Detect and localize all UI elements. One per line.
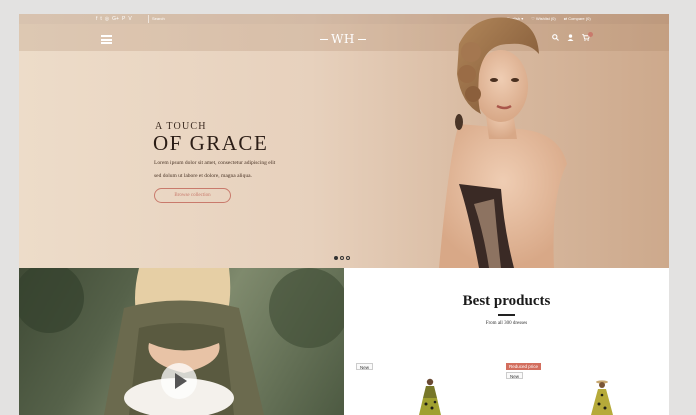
section-title: Best products: [462, 293, 551, 309]
best-products-section: Best products From all 300 dresses New R…: [344, 268, 669, 415]
slider-dot[interactable]: [346, 256, 350, 260]
slider-dots: [334, 256, 350, 260]
product-image[interactable]: [589, 380, 615, 415]
slider-dot[interactable]: [334, 256, 338, 260]
reduced-price-badge: Reduced price: [506, 363, 542, 370]
page: f t ◎ G+ P V Search English ▾ ♡ Wishlist…: [19, 14, 669, 415]
pinterest-icon[interactable]: P: [122, 15, 125, 23]
twitter-icon[interactable]: t: [100, 15, 101, 23]
facebook-icon[interactable]: f: [96, 15, 97, 23]
hero-text-line: Lorem ipsum dolor sit amet, consectetur …: [154, 160, 276, 166]
video-panel: [19, 268, 344, 415]
browse-collection-button[interactable]: Browse collection: [154, 188, 231, 203]
menu-icon[interactable]: [101, 35, 112, 44]
slider-dot[interactable]: [340, 256, 344, 260]
google-plus-icon[interactable]: G+: [112, 15, 119, 23]
play-video-button[interactable]: [161, 363, 197, 399]
new-badge: New: [506, 372, 524, 379]
hero-banner: f t ◎ G+ P V Search English ▾ ♡ Wishlist…: [19, 14, 669, 268]
section-subtitle: From all 300 dresses: [485, 321, 528, 326]
product-image[interactable]: [417, 378, 443, 415]
vimeo-icon[interactable]: V: [128, 15, 131, 23]
title-underline: [498, 314, 515, 316]
hero-title: OF GRACE: [153, 131, 269, 155]
new-badge: New: [356, 363, 374, 370]
cart-icon[interactable]: [582, 32, 593, 44]
social-links: f t ◎ G+ P V: [96, 15, 132, 23]
divider: [148, 15, 149, 23]
logo[interactable]: WH: [319, 32, 367, 46]
logo-text: WH: [331, 32, 355, 46]
hero-text-line: sed dolum ut labore et dolore, magna ali…: [154, 173, 252, 179]
top-search-input[interactable]: Search: [152, 15, 165, 23]
cart-badge: [588, 32, 593, 37]
hero-description: Lorem ipsum dolor sit amet, consectetur …: [154, 157, 334, 183]
hero-model-image: [439, 17, 567, 268]
instagram-icon[interactable]: ◎: [105, 15, 109, 23]
